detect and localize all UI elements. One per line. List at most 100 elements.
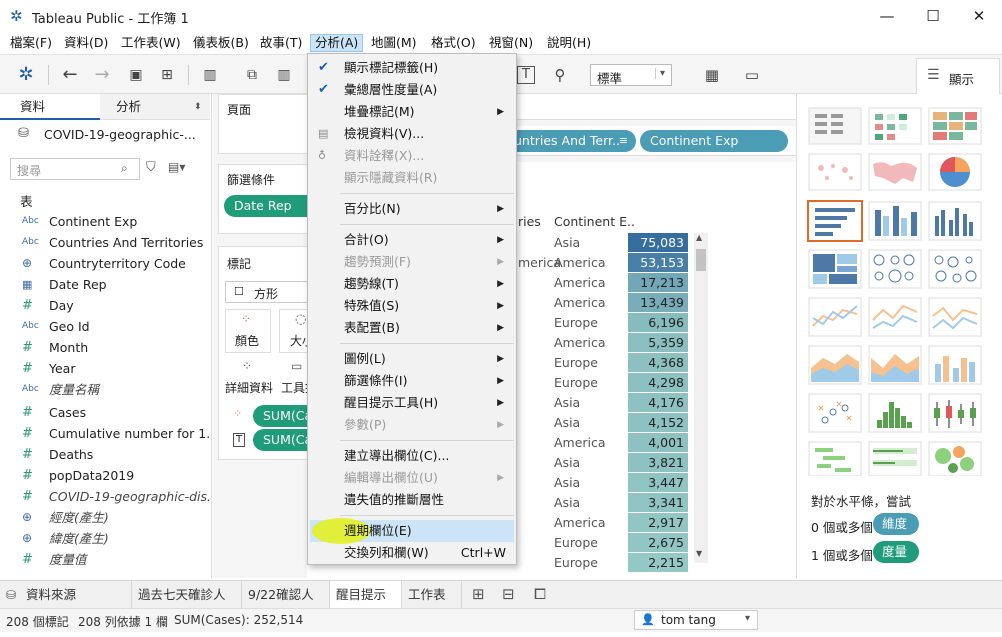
tab-sheet-3[interactable]: 醒目提示表 — [330, 581, 402, 630]
menu-item[interactable]: 圖例(L) ▶ — [310, 348, 514, 370]
field-item[interactable]: Abc Countries And Territories — [0, 232, 210, 253]
save-icon[interactable]: ▣ — [124, 63, 148, 87]
forward-icon[interactable]: → — [90, 63, 114, 87]
field-item[interactable]: # Year — [0, 358, 210, 379]
tab-analysis[interactable]: 分析 ⬍ — [100, 94, 210, 120]
field-item[interactable]: # popData2019 — [0, 465, 210, 486]
menu-file[interactable]: 檔案(F) — [6, 34, 56, 52]
updown-icon: ⬍ — [194, 102, 202, 112]
mark-type-select[interactable]: ☐ 方形 — [225, 281, 319, 303]
calendar-icon: ▦ — [22, 278, 33, 291]
menu-item-label: 趨勢預測(F) — [344, 254, 411, 269]
number-type-icon: # — [22, 426, 33, 441]
menu-item[interactable]: 趨勢預測(F) ▶ — [310, 251, 514, 273]
clear-sheet-icon[interactable]: ▥ — [272, 63, 296, 87]
menu-format[interactable]: 格式(O) — [427, 34, 480, 52]
search-input[interactable]: 搜尋 ⌕ — [10, 158, 140, 180]
menu-item[interactable]: 特殊值(S) ▶ — [310, 295, 514, 317]
menu-worksheet[interactable]: 工作表(W) — [117, 34, 185, 52]
new-dashboard-icon[interactable]: ⊟ — [502, 585, 515, 603]
detail-button[interactable]: ⁘ 詳細資料 — [225, 357, 275, 401]
new-story-icon[interactable]: ⧠ — [534, 585, 546, 603]
minimize-button[interactable]: — — [864, 0, 910, 32]
menu-window[interactable]: 視窗(N) — [485, 34, 537, 52]
new-sheet-icon[interactable]: ⊞ — [472, 585, 485, 603]
tab-sheet-2[interactable]: 9/22確認人數 — [242, 581, 330, 630]
new-datasource-icon[interactable]: ⊞ — [155, 63, 179, 87]
menu-item[interactable]: 表配置(B) ▶ — [310, 317, 514, 339]
field-item[interactable]: # Month — [0, 337, 210, 358]
field-item[interactable]: ⊕ 經度(產生) — [0, 507, 210, 528]
field-item[interactable]: # Day — [0, 295, 210, 316]
back-icon[interactable]: ← — [58, 63, 82, 87]
menu-item[interactable]: 醒目提示工具(H) ▶ — [310, 392, 514, 414]
filter-icon[interactable]: ⛉ — [146, 160, 156, 175]
card-view-icon[interactable]: ▦ — [700, 63, 724, 87]
field-item[interactable]: ▦ Date Rep — [0, 274, 210, 295]
field-item[interactable]: Abc Geo Id — [0, 316, 210, 337]
menu-item[interactable]: 顯示隱藏資料(R) — [310, 167, 514, 189]
menu-item[interactable]: 百分比(N) ▶ — [310, 198, 514, 220]
list-view-icon[interactable]: ▤▾ — [168, 160, 185, 174]
duplicate-sheet-icon[interactable]: ⧉ — [240, 63, 264, 87]
pages-card[interactable]: 頁面 — [218, 94, 318, 154]
tab-sheet-4[interactable]: 工作表 4 — [402, 581, 462, 630]
menu-dashboard[interactable]: 儀表板(B) — [189, 34, 253, 52]
field-item[interactable]: # 度量值 — [0, 549, 210, 570]
menu-help[interactable]: 說明(H) — [543, 34, 595, 52]
field-item[interactable]: # Deaths — [0, 444, 210, 465]
rows-pill-country[interactable]: untries And Terr.. ≡ — [504, 130, 636, 152]
pages-label: 頁面 — [227, 103, 252, 117]
field-item[interactable]: # COVID-19-geographic-dis... — [0, 486, 210, 507]
field-item[interactable]: Abc Continent Exp — [0, 211, 210, 232]
menu-item[interactable]: 遺失值的推斷層性 — [310, 489, 514, 511]
fit-select[interactable]: 標準 ▾ — [590, 64, 672, 86]
detail-label: 詳細資料 — [225, 381, 274, 395]
tab-datasource[interactable]: ⛁ 資料來源 — [0, 581, 132, 609]
filters-card[interactable]: 篩選條件 Date Rep — [218, 164, 322, 234]
field-item[interactable]: ⊕ Countryterritory Code — [0, 253, 210, 274]
close-button[interactable]: ✕ — [956, 0, 1002, 32]
field-item[interactable]: Abc 度量名稱 — [0, 379, 210, 400]
menu-item[interactable]: 週期欄位(E) — [310, 518, 514, 544]
menu-item[interactable]: 篩選條件(I) ▶ — [310, 370, 514, 392]
field-item[interactable]: ⊕ 緯度(產生) — [0, 528, 210, 549]
mark-type-value: 方形 — [254, 287, 279, 301]
field-item[interactable]: # Cumulative number for 1... — [0, 423, 210, 444]
tableau-home-icon[interactable]: ✲ — [14, 63, 38, 87]
menu-map[interactable]: 地圖(M) — [367, 34, 421, 52]
menu-item[interactable]: 編輯導出欄位(U) ▶ — [310, 467, 514, 489]
menu-item[interactable]: ♁ 資料詮釋(X)... — [310, 145, 514, 167]
maximize-button[interactable]: ☐ — [910, 0, 956, 32]
menu-item[interactable]: 堆疊標記(M) ▶ — [310, 101, 514, 123]
scroll-up-icon[interactable]: ▲ — [696, 233, 702, 242]
menu-item[interactable]: ✔ 彙總層性度量(A) — [310, 79, 514, 101]
menu-item[interactable]: 建立導出欄位(C)... — [310, 445, 514, 467]
menu-analysis[interactable]: 分析(A) — [310, 34, 364, 52]
color-button[interactable]: ⁘ 顏色 — [225, 309, 271, 353]
show-me-toggle[interactable]: ☰ 顯示 — [916, 58, 1000, 94]
user-select[interactable]: 👤 tom tang ▾ — [634, 610, 758, 630]
menu-item[interactable]: 參數(P) ▶ — [310, 414, 514, 436]
presentation-icon[interactable]: ▭ — [740, 63, 764, 87]
menu-item[interactable]: 趨勢線(T) ▶ — [310, 273, 514, 295]
menu-item[interactable]: 交換列和欄(W) Ctrl+W — [310, 542, 514, 564]
submenu-arrow-icon: ▶ — [497, 301, 504, 311]
viz-scrollbar[interactable]: ▲ ▼ — [694, 233, 708, 563]
menu-data[interactable]: 資料(D) — [60, 34, 112, 52]
rows-pill-continent[interactable]: Continent Exp — [640, 130, 788, 152]
datasource-name[interactable]: COVID-19-geographic-... — [44, 127, 196, 142]
pin-icon[interactable]: ⚲ — [548, 63, 572, 87]
menu-item[interactable]: ▤ 檢視資料(V)... — [310, 123, 514, 145]
tab-sheet-1[interactable]: 過去七天確診人數 — [132, 581, 242, 630]
tab-data[interactable]: 資料 — [0, 94, 100, 120]
scroll-down-icon[interactable]: ▼ — [696, 549, 702, 558]
field-item[interactable]: # Cases — [0, 402, 210, 423]
menu-story[interactable]: 故事(T) — [256, 34, 306, 52]
show-labels-icon[interactable]: T — [517, 66, 535, 84]
menu-item[interactable]: 合計(O) ▶ — [310, 229, 514, 251]
new-sheet-icon[interactable]: ▥ — [198, 63, 222, 87]
scroll-thumb[interactable] — [696, 249, 706, 271]
chart-type-gallery[interactable] — [807, 106, 997, 476]
menu-item[interactable]: ✔ 顯示標記標籤(H) — [310, 57, 514, 79]
